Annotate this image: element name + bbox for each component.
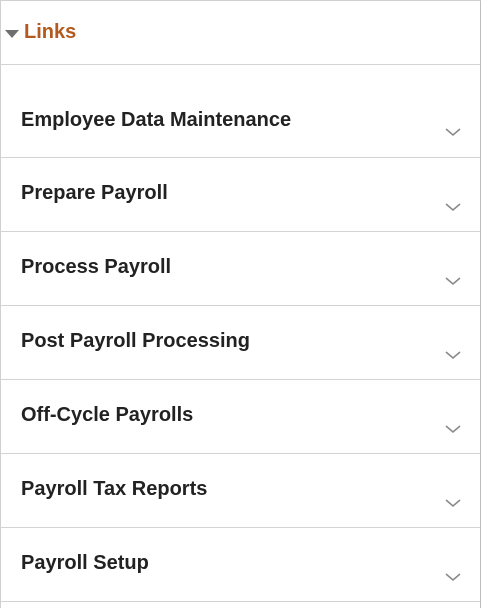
triangle-down-icon [5,29,19,38]
link-label: Payroll Tax Reports [21,478,208,500]
link-label: Post Payroll Processing [21,330,250,352]
chevron-down-icon[interactable] [444,276,462,286]
link-label: Prepare Payroll [21,182,168,204]
links-panel: Links Employee Data Maintenance Prepare … [0,0,481,608]
chevron-down-icon[interactable] [444,127,462,137]
chevron-down-icon[interactable] [444,350,462,360]
chevron-down-icon[interactable] [444,498,462,508]
link-payroll-setup[interactable]: Payroll Setup [1,528,480,602]
link-label: Payroll Setup [21,552,149,574]
chevron-down-icon[interactable] [444,572,462,582]
chevron-down-icon[interactable] [444,202,462,212]
link-prepare-payroll[interactable]: Prepare Payroll [1,158,480,232]
link-payroll-tax-reports[interactable]: Payroll Tax Reports [1,454,480,528]
link-employee-data-maintenance[interactable]: Employee Data Maintenance [1,83,480,158]
link-label: Off-Cycle Payrolls [21,404,194,426]
chevron-down-icon[interactable] [444,424,462,434]
link-label: Employee Data Maintenance [21,109,292,131]
links-header-toggle[interactable]: Links [1,1,480,65]
link-label: Process Payroll [21,256,172,278]
links-list: Employee Data Maintenance Prepare Payrol… [1,83,480,602]
header-spacer [1,65,480,83]
links-title: Links [24,21,77,43]
link-process-payroll[interactable]: Process Payroll [1,232,480,306]
link-off-cycle-payrolls[interactable]: Off-Cycle Payrolls [1,380,480,454]
link-post-payroll-processing[interactable]: Post Payroll Processing [1,306,480,380]
